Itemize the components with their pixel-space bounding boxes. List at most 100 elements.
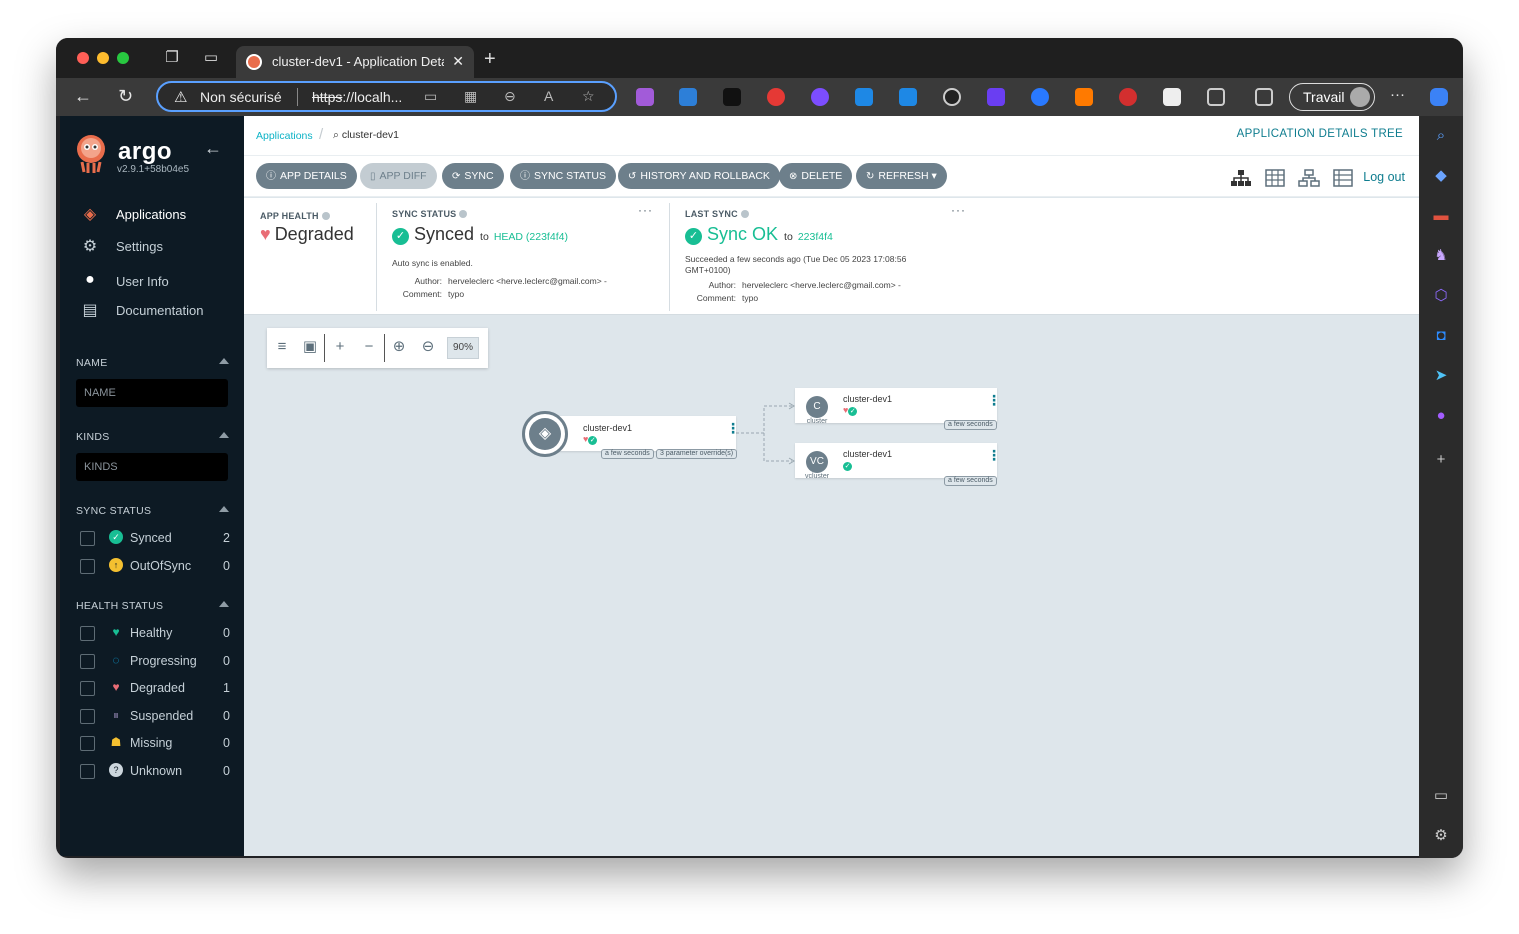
- filter-label: Progressing: [130, 654, 197, 668]
- reload-icon[interactable]: ↻: [118, 86, 133, 107]
- workspaces-icon[interactable]: ❐: [164, 50, 180, 66]
- apps-icon[interactable]: ▦: [464, 88, 477, 105]
- app-node-circle[interactable]: ◈: [522, 411, 568, 457]
- extension-icon[interactable]: [943, 88, 961, 106]
- checkbox[interactable]: [80, 626, 95, 641]
- extension-icon[interactable]: [723, 88, 741, 106]
- pods-view-icon[interactable]: [1264, 169, 1286, 187]
- extension-icon[interactable]: [1163, 88, 1181, 106]
- extension-icon[interactable]: [767, 88, 785, 106]
- extension-icon[interactable]: [679, 88, 697, 106]
- extension-icon[interactable]: [987, 88, 1005, 106]
- close-window-button[interactable]: [77, 52, 89, 64]
- copilot-icon[interactable]: [1430, 88, 1448, 106]
- checkbox[interactable]: [80, 764, 95, 779]
- checkbox[interactable]: [80, 559, 95, 574]
- checkbox[interactable]: [80, 736, 95, 751]
- help-icon[interactable]: [459, 210, 468, 218]
- collapse-name-caret-icon[interactable]: [219, 358, 229, 364]
- copilot-icon[interactable]: ⬡: [1431, 286, 1451, 306]
- sidebar-toggle-icon[interactable]: ▭: [1431, 786, 1451, 806]
- active-tab[interactable]: cluster-dev1 - Application Deta ✕: [236, 46, 474, 78]
- extensions-puzzle-icon[interactable]: [1207, 88, 1225, 106]
- filter-degraded[interactable]: ♥ Degraded 1: [80, 679, 230, 697]
- auto-sync-text: Auto sync is enabled.: [392, 258, 473, 268]
- extension-icon[interactable]: [855, 88, 873, 106]
- extension-icon[interactable]: [899, 88, 917, 106]
- node-menu-icon[interactable]: ⋮: [987, 393, 1001, 407]
- logout-link[interactable]: Log out: [1363, 170, 1405, 184]
- delete-icon: ⊗: [789, 171, 798, 182]
- kinds-filter-input[interactable]: [76, 453, 228, 481]
- collapse-sidebar-icon[interactable]: ←: [204, 138, 222, 159]
- node-name: cluster-dev1: [583, 423, 633, 433]
- refresh-button[interactable]: ↻ REFRESH ▾: [856, 163, 947, 189]
- name-filter-input[interactable]: [76, 379, 228, 407]
- delete-button[interactable]: ⊗ DELETE: [779, 163, 853, 189]
- list-view-icon[interactable]: [1332, 169, 1354, 187]
- extension-icon[interactable]: [1119, 88, 1137, 106]
- node-menu-icon[interactable]: ⋮: [726, 421, 740, 435]
- messenger-icon[interactable]: ●: [1431, 406, 1451, 426]
- toolbox-icon[interactable]: ▬: [1431, 206, 1451, 226]
- checkbox[interactable]: [80, 654, 95, 669]
- checkbox[interactable]: [80, 531, 95, 546]
- help-icon[interactable]: [321, 212, 330, 220]
- address-bar[interactable]: ⚠ Non sécurisé https://localh... ▭ ▦ ⊖ A…: [156, 81, 617, 112]
- last-sync-more-icon[interactable]: ···: [951, 203, 966, 217]
- app-diff-button[interactable]: ▯ APP DIFF: [360, 163, 437, 189]
- checkbox[interactable]: [80, 681, 95, 696]
- revision-link[interactable]: 223f4f4: [798, 231, 833, 243]
- read-aloud-icon[interactable]: A: [544, 88, 553, 104]
- extension-icon[interactable]: [1075, 88, 1093, 106]
- close-tab-icon[interactable]: ✕: [452, 53, 464, 70]
- more-menu-icon[interactable]: ···: [1390, 86, 1405, 103]
- back-arrow-icon[interactable]: ←: [74, 86, 92, 107]
- breadcrumb-applications[interactable]: Applications: [256, 130, 313, 142]
- search-icon[interactable]: ⌕: [1431, 126, 1451, 146]
- filter-suspended[interactable]: ⏸ Suspended 0: [80, 707, 230, 725]
- filter-healthy[interactable]: ♥ Healthy 0: [80, 624, 230, 642]
- node-menu-icon[interactable]: ⋮: [987, 448, 1001, 462]
- help-icon[interactable]: [740, 210, 749, 218]
- filter-unknown[interactable]: ? Unknown 0: [80, 762, 230, 780]
- tab-actions-icon[interactable]: ▭: [203, 50, 219, 66]
- favorite-star-icon[interactable]: ☆: [582, 88, 595, 105]
- history-rollback-button[interactable]: ↺ HISTORY AND ROLLBACK: [618, 163, 780, 189]
- split-screen-icon[interactable]: [1255, 88, 1273, 106]
- sync-status-more-icon[interactable]: ···: [638, 203, 653, 217]
- add-icon[interactable]: +: [1431, 450, 1451, 470]
- cast-icon[interactable]: ▭: [424, 88, 437, 105]
- profile-button[interactable]: Travail: [1289, 83, 1375, 111]
- filter-synced[interactable]: ✓ Synced 2: [80, 529, 230, 547]
- zoom-out-icon[interactable]: ⊖: [504, 88, 516, 105]
- extension-icon[interactable]: [811, 88, 829, 106]
- send-icon[interactable]: ➤: [1431, 366, 1451, 386]
- collapse-health-caret-icon[interactable]: [219, 601, 229, 607]
- breadcrumb-current[interactable]: ⌕ cluster-dev1: [333, 129, 399, 142]
- collapse-sync-caret-icon[interactable]: [219, 506, 229, 512]
- filter-missing[interactable]: ☗ Missing 0: [80, 734, 230, 752]
- checkbox[interactable]: [80, 709, 95, 724]
- maximize-window-button[interactable]: [117, 52, 129, 64]
- sync-status-button[interactable]: ⓘ SYNC STATUS: [510, 163, 616, 189]
- app-node[interactable]: cluster-dev1 ♥ ✓ ⋮: [543, 416, 740, 451]
- shopping-tag-icon[interactable]: ◆: [1431, 166, 1451, 186]
- filter-progressing[interactable]: ◌ Progressing 0: [80, 652, 230, 670]
- vcluster-kind-label: vcluster: [804, 473, 830, 480]
- outlook-icon[interactable]: ◘: [1431, 326, 1451, 346]
- tree-view-icon[interactable]: [1230, 169, 1252, 187]
- games-icon[interactable]: ♞: [1431, 246, 1451, 266]
- revision-link[interactable]: HEAD (223f4f4): [494, 231, 568, 243]
- extension-icon[interactable]: [636, 88, 654, 106]
- network-view-icon[interactable]: [1298, 169, 1320, 187]
- new-tab-icon[interactable]: +: [484, 48, 496, 71]
- app-details-button[interactable]: ⓘ APP DETAILS: [256, 163, 357, 189]
- filter-outofsync[interactable]: ↑ OutOfSync 0: [80, 557, 230, 575]
- extension-icon[interactable]: [1031, 88, 1049, 106]
- filter-count: 1: [223, 681, 230, 695]
- minimize-window-button[interactable]: [97, 52, 109, 64]
- gear-icon[interactable]: ⚙: [1431, 826, 1451, 846]
- sync-button[interactable]: ⟳ SYNC: [442, 163, 504, 189]
- collapse-kinds-caret-icon[interactable]: [219, 432, 229, 438]
